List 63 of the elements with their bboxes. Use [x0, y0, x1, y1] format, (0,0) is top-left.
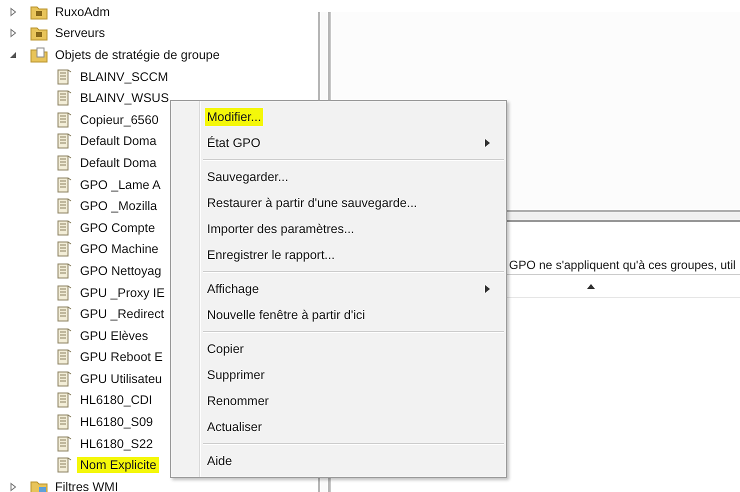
- scroll-document-icon: [55, 220, 73, 236]
- menu-item[interactable]: Supprimer: [205, 366, 267, 384]
- tree-item[interactable]: BLAINV_SCCM: [77, 68, 172, 85]
- folder-icon: [30, 4, 48, 20]
- scroll-document-icon: [55, 133, 73, 150]
- menu-item[interactable]: Actualiser: [205, 418, 264, 436]
- menu-item[interactable]: Nouvelle fenêtre à partir d'ici: [205, 306, 368, 324]
- tree-item[interactable]: GPO Compte: [77, 220, 158, 236]
- tree-item[interactable]: HL6180_S09: [77, 414, 156, 430]
- tree-item[interactable]: Copieur_6560: [77, 112, 162, 128]
- scroll-document-icon: [55, 392, 73, 408]
- menu-item[interactable]: Restaurer à partir d'une sauvegarde...: [205, 194, 420, 212]
- tree-item[interactable]: Serveurs: [52, 25, 108, 42]
- tree-item[interactable]: Filtres WMI: [52, 478, 122, 492]
- scroll-document-icon: [55, 370, 73, 387]
- scroll-document-icon: [55, 68, 73, 85]
- folder-document-icon: [30, 46, 48, 63]
- menu-item[interactable]: Affichage: [205, 280, 261, 298]
- tree-item[interactable]: GPO Machine: [77, 241, 162, 258]
- scroll-document-icon: [55, 284, 73, 301]
- tree-item[interactable]: GPU Utilisateu: [77, 370, 165, 387]
- scroll-document-icon: [55, 414, 73, 430]
- tree-item[interactable]: Default Doma: [77, 133, 160, 150]
- menu-item[interactable]: Modifier...: [205, 108, 264, 126]
- scroll-document-icon: [55, 90, 73, 106]
- scroll-document-icon: [55, 262, 73, 279]
- tree-item[interactable]: Nom Explicite: [77, 457, 160, 474]
- menu-item[interactable]: Sauvegarder...: [205, 168, 290, 186]
- expanded-triangle-icon[interactable]: [8, 50, 18, 60]
- tree-item[interactable]: GPU Reboot E: [77, 349, 166, 366]
- folder-icon: [30, 25, 48, 42]
- scroll-document-icon: [55, 176, 73, 193]
- scroll-document-icon: [55, 241, 73, 258]
- tree-item[interactable]: GPU _Redirect: [77, 306, 168, 322]
- folder-icon: [30, 478, 48, 492]
- tree-item[interactable]: BLAINV_WSUS: [77, 90, 172, 106]
- scroll-document-icon: [55, 328, 73, 344]
- scroll-document-icon: [55, 436, 73, 452]
- tree-item[interactable]: Objets de stratégie de groupe: [52, 46, 223, 63]
- scroll-document-icon: [55, 112, 73, 128]
- tree-item[interactable]: HL6180_CDI: [77, 392, 156, 408]
- tree-item[interactable]: GPO Nettoyag: [77, 262, 164, 279]
- menu-item[interactable]: État GPO: [205, 134, 262, 152]
- menu-item[interactable]: Aide: [205, 452, 234, 470]
- collapsed-triangle-icon[interactable]: [8, 6, 18, 17]
- tree-item[interactable]: GPO _Lame A: [77, 176, 164, 193]
- sort-up-icon[interactable]: [587, 284, 595, 288]
- menu-item[interactable]: Renommer: [205, 392, 271, 410]
- scroll-document-icon: [55, 306, 73, 322]
- tree-item[interactable]: GPU Elèves: [77, 328, 152, 344]
- menu-item[interactable]: Importer des paramètres...: [205, 220, 356, 238]
- tree-item[interactable]: GPO _Mozilla: [77, 198, 160, 214]
- scroll-document-icon: [55, 349, 73, 366]
- tree-item[interactable]: HL6180_S22: [77, 436, 156, 452]
- tree-item[interactable]: Default Doma: [77, 154, 160, 171]
- collapsed-triangle-icon[interactable]: [8, 482, 18, 492]
- scroll-document-icon: [55, 198, 73, 214]
- tree-item[interactable]: RuxoAdm: [52, 4, 113, 20]
- menu-item[interactable]: Copier: [205, 340, 246, 358]
- collapsed-triangle-icon[interactable]: [8, 28, 18, 38]
- scroll-document-icon: [55, 457, 73, 474]
- scroll-document-icon: [55, 154, 73, 171]
- tree-item[interactable]: GPU _Proxy IE: [77, 284, 168, 301]
